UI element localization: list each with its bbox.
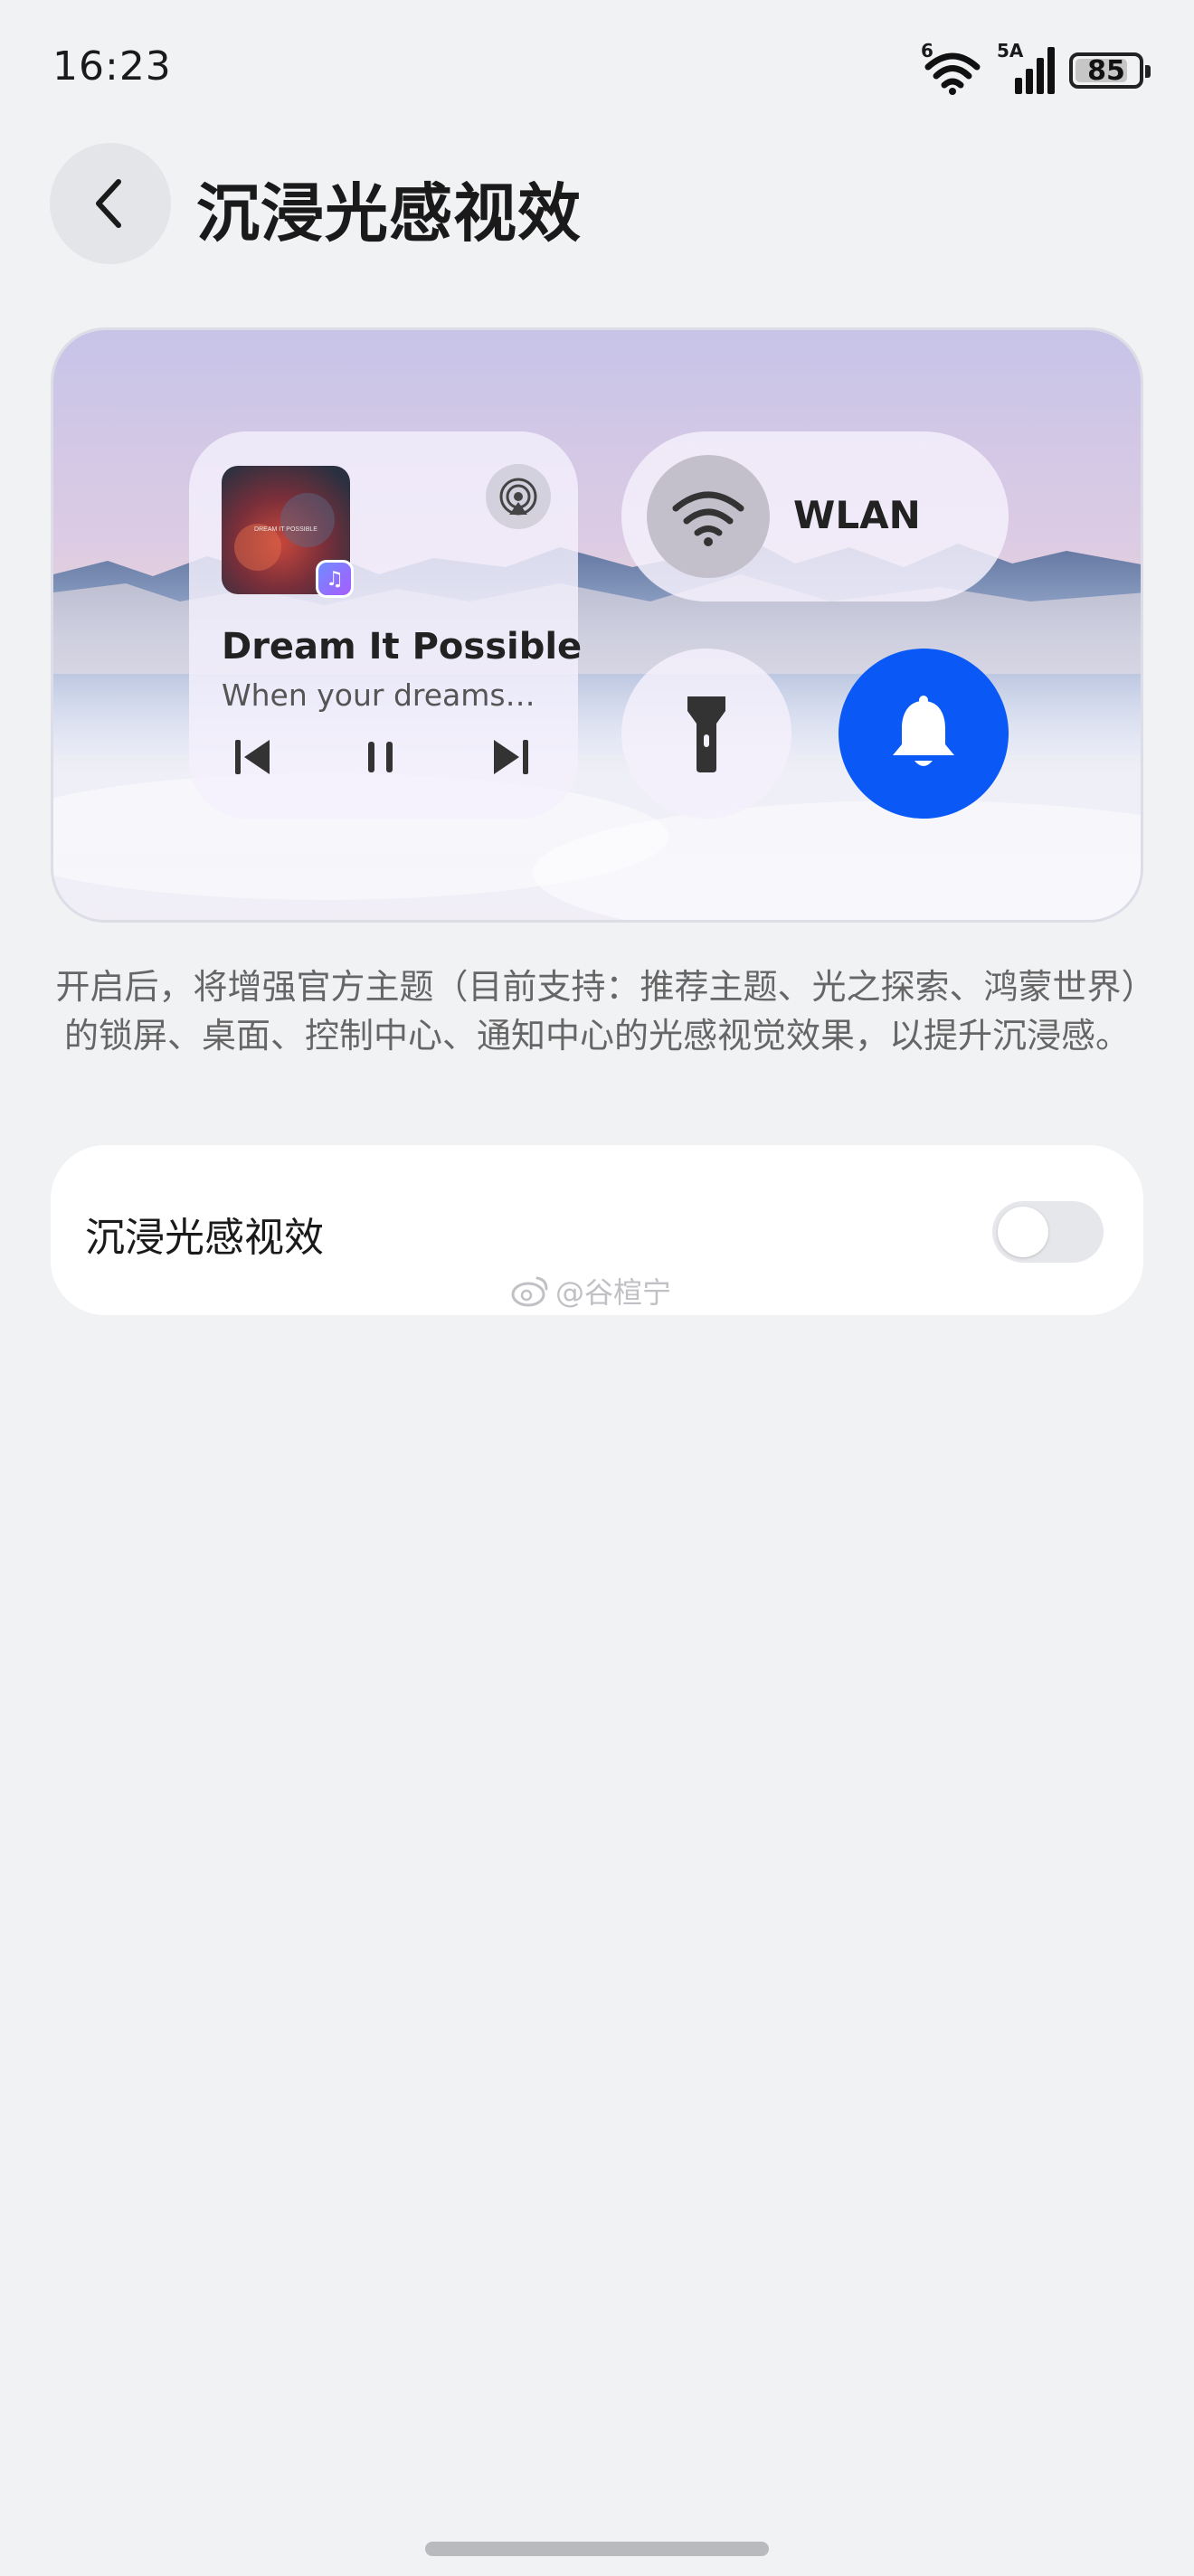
previous-icon[interactable]: [227, 730, 278, 784]
wlan-label: WLAN: [793, 493, 921, 537]
battery-level: 85: [1087, 54, 1125, 87]
battery-icon: 85: [1069, 52, 1151, 89]
flashlight-button[interactable]: [621, 649, 791, 819]
wifi-icon: [647, 455, 770, 578]
setting-label: 沉浸光感视效: [85, 1215, 324, 1261]
music-app-icon: ♫: [316, 560, 354, 598]
next-icon[interactable]: [486, 730, 536, 784]
pause-icon[interactable]: [355, 730, 406, 784]
cast-icon[interactable]: [486, 464, 551, 529]
status-bar: 16:23 6 5A 85: [0, 0, 1194, 136]
wlan-toggle[interactable]: WLAN: [621, 431, 1009, 601]
status-icons: 6 5A 85: [921, 40, 1151, 96]
home-indicator[interactable]: [425, 2542, 769, 2556]
switch-knob: [998, 1207, 1048, 1257]
svg-text:DREAM IT POSSIBLE: DREAM IT POSSIBLE: [254, 526, 317, 533]
flashlight-icon: [687, 696, 725, 772]
feature-description: 开启后，将增强官方主题（目前支持：推荐主题、光之探索、鸿蒙世界）的锁屏、桌面、控…: [55, 967, 1139, 1056]
playback-controls: [227, 730, 544, 784]
immersive-effect-switch[interactable]: [992, 1201, 1104, 1263]
bell-icon: [893, 696, 954, 766]
notification-button[interactable]: [839, 649, 1009, 819]
wifi-status-icon: 6: [921, 40, 984, 96]
watermark: @谷楦宁: [510, 1270, 671, 1312]
chevron-left-icon: [96, 179, 121, 228]
song-title: Dream It Possible: [222, 626, 583, 668]
music-widget[interactable]: DREAM IT POSSIBLE ♫ Dream It Possible Wh…: [189, 431, 582, 819]
song-subtitle: When your dreams…: [222, 677, 535, 713]
back-button[interactable]: [50, 143, 171, 264]
weibo-icon: [511, 1276, 548, 1307]
cellular-signal-icon: 5A: [997, 40, 1057, 96]
status-time: 16:23: [52, 43, 172, 90]
effect-preview: DREAM IT POSSIBLE ♫ Dream It Possible Wh…: [51, 327, 1143, 923]
page-title: 沉浸光感视效: [196, 176, 582, 251]
